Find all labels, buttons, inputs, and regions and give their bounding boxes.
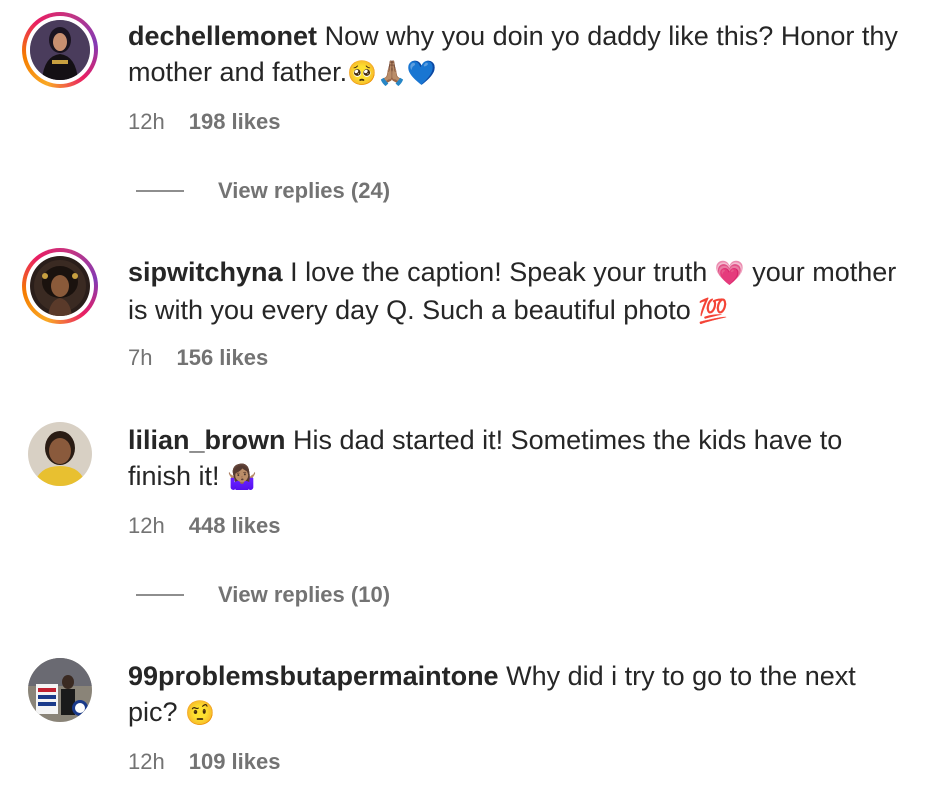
comment-likes[interactable]: 109 likes <box>189 749 281 775</box>
replies-divider <box>136 190 184 192</box>
comment-emoji: 🤷🏽‍♀️ <box>227 464 257 491</box>
comment-time[interactable]: 12h <box>128 109 165 135</box>
view-replies-label: View replies (24) <box>218 178 391 203</box>
comment-emoji: 💯 <box>698 298 729 325</box>
view-replies-label: View replies (10) <box>218 582 391 607</box>
user-photo-avatar-icon <box>30 20 90 80</box>
comment-meta: 12h 198 likes <box>128 109 280 135</box>
comment-meta: 12h 448 likes <box>128 513 280 539</box>
early-voting-photo-avatar-icon <box>28 658 92 722</box>
comment-emoji: 🥺🙏🏽💙 <box>347 60 437 87</box>
comment-text: 99problemsbutapermaintone Why did i try … <box>128 658 908 732</box>
comment-emoji: 🤨 <box>185 700 215 727</box>
comment-text: dechellemonet Now why you doin yo daddy … <box>128 18 908 92</box>
view-replies-button[interactable]: View replies (10) <box>136 582 390 608</box>
comment-username[interactable]: lilian_brown <box>128 425 286 455</box>
story-ring <box>22 12 98 88</box>
comment-text: sipwitchyna I love the caption! Speak yo… <box>128 254 908 330</box>
comment-likes[interactable]: 198 likes <box>189 109 281 135</box>
avatar[interactable] <box>28 658 92 722</box>
comment-body-part1: I love the caption! Speak your truth <box>290 257 715 287</box>
avatar[interactable] <box>22 248 98 324</box>
view-replies-button[interactable]: View replies (24) <box>136 178 390 204</box>
comment-emoji: 💗 <box>714 260 745 287</box>
comment-meta: 7h 156 likes <box>128 345 268 371</box>
comment-time[interactable]: 12h <box>128 749 165 775</box>
comment-likes[interactable]: 156 likes <box>176 345 268 371</box>
avatar[interactable] <box>28 422 92 486</box>
comment-username[interactable]: 99problemsbutapermaintone <box>128 661 499 691</box>
comment-time[interactable]: 12h <box>128 513 165 539</box>
comment-username[interactable]: dechellemonet <box>128 21 317 51</box>
comment-likes[interactable]: 448 likes <box>189 513 281 539</box>
comment-username[interactable]: sipwitchyna <box>128 257 283 287</box>
comment-time[interactable]: 7h <box>128 345 152 371</box>
comment-meta: 12h 109 likes <box>128 749 280 775</box>
user-photo-avatar-icon <box>28 422 92 486</box>
replies-divider <box>136 594 184 596</box>
avatar[interactable] <box>22 12 98 88</box>
story-ring <box>22 248 98 324</box>
illustrated-avatar-icon <box>30 256 90 316</box>
comment-text: lilian_brown His dad started it! Sometim… <box>128 422 908 496</box>
